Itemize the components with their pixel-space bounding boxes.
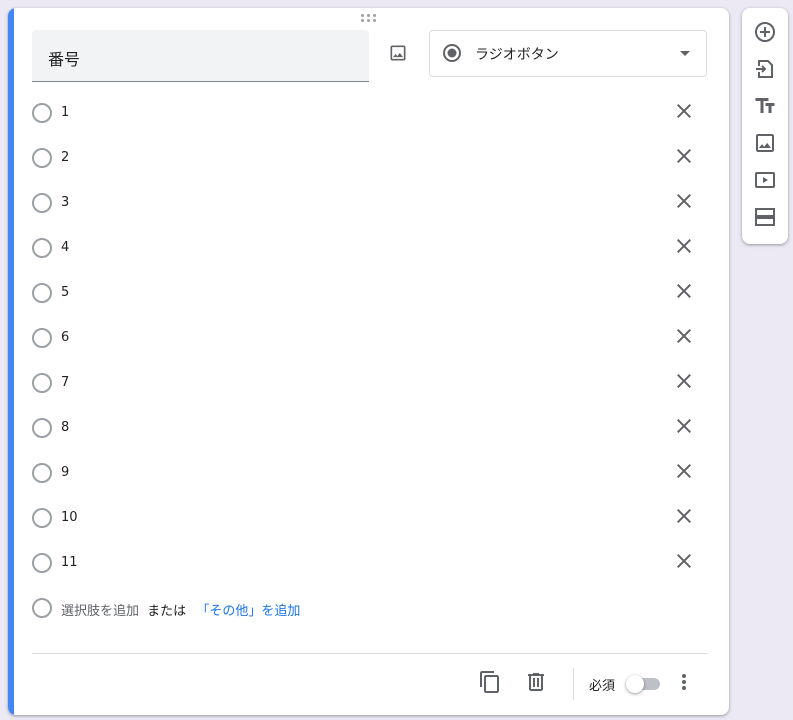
question-card: 番号 ラジオボタン 1 2 3 4 5 6 7 8 9 10 11 選択肢を追加 または 「その他」… [8,8,729,715]
option-label[interactable]: 7 [61,375,69,390]
radio-circle-icon [32,283,52,303]
option-row: 5 [32,283,702,328]
option-row: 8 [32,418,702,463]
radio-circle-icon [32,148,52,168]
add-option-row: 選択肢を追加 または 「その他」を追加 [32,598,702,643]
option-row: 3 [32,193,702,238]
option-row: 4 [32,238,702,283]
radio-circle-icon [32,508,52,528]
question-title-text: 番号 [48,50,81,69]
or-label: または [147,604,187,619]
radio-circle-icon [32,238,52,258]
close-icon[interactable] [672,324,696,348]
add-image-button[interactable] [383,38,413,68]
required-toggle[interactable] [626,675,662,693]
close-icon[interactable] [672,414,696,438]
add-option-button[interactable]: 選択肢を追加 [61,604,139,619]
question-title-field[interactable]: 番号 [32,30,369,82]
footer-divider [32,653,707,654]
floating-toolbar [742,8,788,244]
add-question-icon[interactable] [753,20,777,44]
option-row: 9 [32,463,702,508]
radio-circle-icon [32,598,52,618]
option-row: 11 [32,553,702,598]
toggle-knob [626,675,644,693]
radio-circle-icon [32,373,52,393]
add-image-icon[interactable] [753,131,777,155]
close-icon[interactable] [672,279,696,303]
close-icon[interactable] [672,189,696,213]
image-icon [390,45,406,61]
option-row: 10 [32,508,702,553]
add-option-text: 選択肢を追加 または 「その他」を追加 [61,600,300,619]
close-icon[interactable] [672,504,696,528]
radio-circle-icon [32,418,52,438]
option-label[interactable]: 11 [61,555,78,570]
option-row: 6 [32,328,702,373]
close-icon[interactable] [672,144,696,168]
option-label[interactable]: 4 [61,240,69,255]
option-label[interactable]: 6 [61,330,69,345]
more-vert-icon[interactable] [672,670,696,694]
option-label[interactable]: 9 [61,465,69,480]
drag-handle-icon[interactable] [361,14,379,24]
add-title-icon[interactable] [753,94,777,118]
radio-circle-icon [32,328,52,348]
close-icon[interactable] [672,234,696,258]
option-row: 1 [32,103,702,148]
copy-icon[interactable] [478,670,502,694]
option-label[interactable]: 5 [61,285,69,300]
add-video-icon[interactable] [753,168,777,192]
radio-button-checked-icon [443,44,461,62]
required-label: 必須 [589,679,616,694]
radio-circle-icon [32,193,52,213]
option-label[interactable]: 3 [61,195,69,210]
option-label[interactable]: 10 [61,510,78,525]
close-icon[interactable] [672,549,696,573]
import-questions-icon[interactable] [753,57,777,81]
card-accent-bar [8,8,14,715]
chevron-down-icon [680,51,690,56]
option-row: 7 [32,373,702,418]
option-label[interactable]: 1 [61,105,69,120]
add-section-icon[interactable] [753,205,777,229]
question-type-select[interactable]: ラジオボタン [429,30,707,77]
close-icon[interactable] [672,459,696,483]
radio-circle-icon [32,463,52,483]
radio-circle-icon [32,103,52,123]
add-other-link[interactable]: 「その他」を追加 [196,604,300,619]
radio-circle-icon [32,553,52,573]
close-icon[interactable] [672,369,696,393]
delete-icon[interactable] [524,670,548,694]
close-icon[interactable] [672,99,696,123]
option-label[interactable]: 8 [61,420,69,435]
option-row: 2 [32,148,702,193]
option-label[interactable]: 2 [61,150,69,165]
question-type-label: ラジオボタン [475,47,559,63]
footer-separator [573,668,574,700]
